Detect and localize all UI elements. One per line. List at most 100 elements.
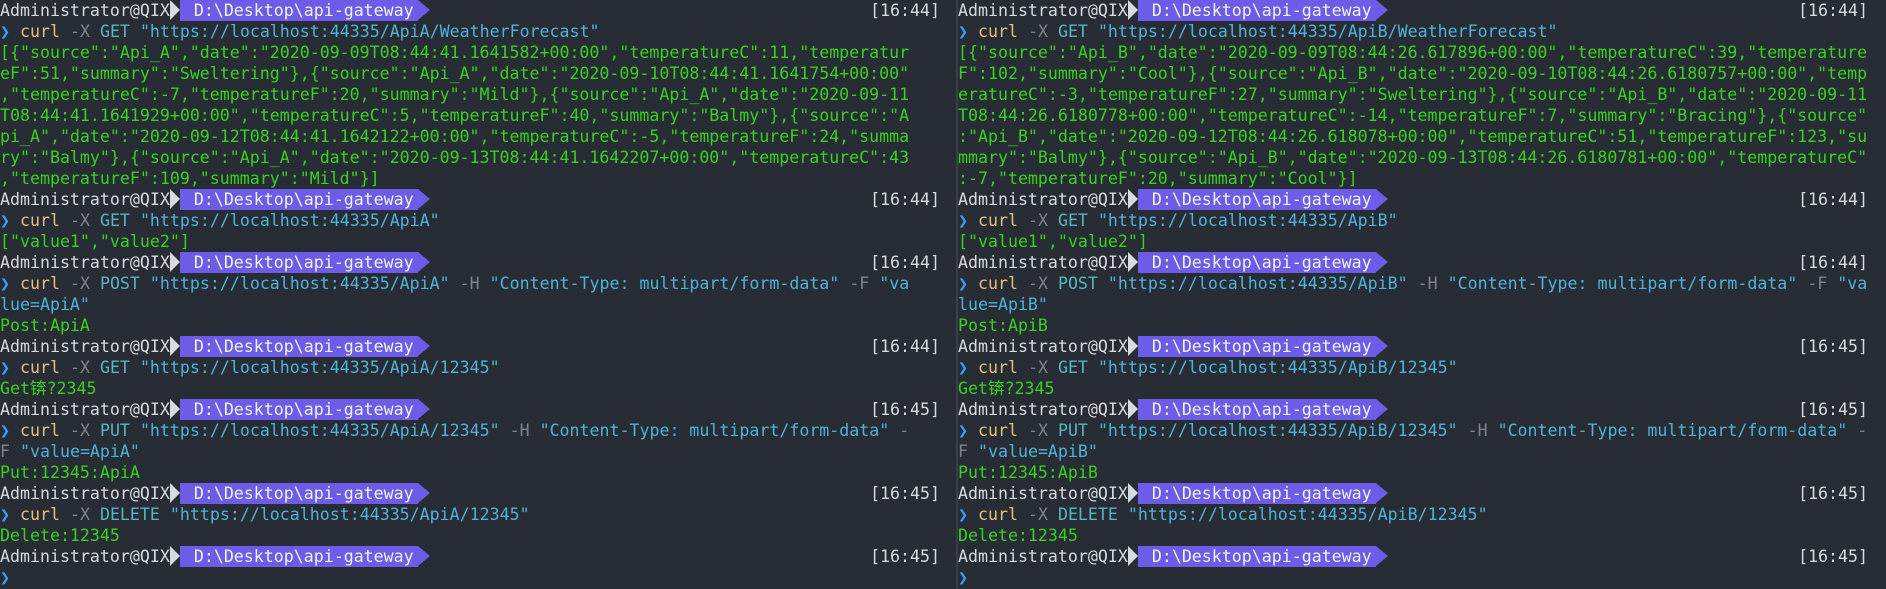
command-token: -: [1857, 421, 1868, 440]
user-host: Administrator@QIX: [958, 547, 1128, 566]
command-token: -X: [1027, 22, 1048, 41]
command-token: PUT: [1057, 421, 1088, 440]
command-continuation: F "value=ApiA": [0, 441, 956, 462]
command-token: GET: [99, 22, 130, 41]
command-token: "https://localhost:44335/ApiA/12345": [139, 421, 500, 440]
output-line: mmary":"Balmy"},{"source":"Api_B","date"…: [958, 148, 1868, 167]
user-host: Administrator@QIX: [0, 253, 170, 272]
command-line: ❯ curl -X GET "https://localhost:44335/A…: [0, 21, 956, 42]
prompt-arrow-icon: ❯: [958, 274, 968, 293]
command-token: -X: [69, 421, 90, 440]
command-token: -X: [1027, 505, 1048, 524]
prompt-arrow-icon: ❯: [958, 505, 968, 524]
command-token: curl: [20, 358, 60, 377]
prompt-line: Administrator@QIX D:\Desktop\api-gateway […: [0, 546, 956, 567]
output-line: Delete:12345: [958, 526, 1078, 545]
timestamp: [16:45]: [870, 484, 940, 503]
segment-separator: [1127, 0, 1138, 20]
current-directory: D:\Desktop\api-gateway: [1137, 483, 1376, 504]
user-host: Administrator@QIX: [958, 484, 1128, 503]
command-token: -H: [1467, 421, 1488, 440]
segment-separator: [169, 546, 180, 566]
command-token: -F: [1807, 274, 1828, 293]
command-token: curl: [978, 421, 1018, 440]
terminal-pane-left[interactable]: Administrator@QIX D:\Desktop\api-gateway […: [0, 0, 958, 589]
output-line: Post:ApiA: [0, 316, 90, 335]
command-token: -X: [69, 505, 90, 524]
command-line: ❯ curl -X GET "https://localhost:44335/A…: [958, 21, 1884, 42]
prompt-line: Administrator@QIX D:\Desktop\api-gateway […: [958, 0, 1884, 21]
command-token: -: [899, 421, 910, 440]
command-token: GET: [99, 358, 130, 377]
current-directory: D:\Desktop\api-gateway: [179, 189, 418, 210]
timestamp: [16:44]: [1798, 1, 1868, 20]
prompt-line: Administrator@QIX D:\Desktop\api-gateway […: [0, 0, 956, 21]
output-line: ,"temperatureF":109,"summary":"Mild"}]: [0, 169, 380, 188]
output-line: Delete:12345: [0, 526, 120, 545]
command-token: curl: [978, 211, 1018, 230]
timestamp: [16:45]: [1798, 400, 1868, 419]
prompt-arrow-icon: ❯: [0, 22, 10, 41]
output-line: :-7,"temperatureF":20,"summary":"Cool"}]: [958, 169, 1358, 188]
command-token: GET: [99, 211, 130, 230]
output-line: eF":51,"summary":"Sweltering"},{"source"…: [0, 64, 910, 83]
segment-end-arrow: [1375, 252, 1388, 272]
prompt-line: Administrator@QIX D:\Desktop\api-gateway […: [958, 189, 1884, 210]
segment-end-arrow: [1375, 399, 1388, 419]
command-line: ❯ curl -X PUT "https://localhost:44335/A…: [0, 420, 956, 441]
prompt-line: Administrator@QIX D:\Desktop\api-gateway […: [0, 189, 956, 210]
command-token: -H: [1417, 274, 1438, 293]
timestamp: [16:44]: [870, 190, 940, 209]
output-line: ["value1","value2"]: [0, 232, 190, 251]
command-token: "https://localhost:44335/ApiA/12345": [169, 505, 530, 524]
timestamp: [16:44]: [870, 337, 940, 356]
user-host: Administrator@QIX: [0, 400, 170, 419]
command-line: ❯ curl -X GET "https://localhost:44335/A…: [0, 357, 956, 378]
current-directory: D:\Desktop\api-gateway: [179, 0, 418, 21]
input-line[interactable]: ❯: [958, 567, 1884, 588]
command-token: "https://localhost:44335/ApiB": [1097, 211, 1398, 230]
prompt-arrow-icon: ❯: [0, 211, 10, 230]
prompt-arrow-icon: ❯: [0, 421, 10, 440]
segment-separator: [169, 483, 180, 503]
command-token: "Content-Type: multipart/form-data": [1497, 421, 1848, 440]
command-token: -H: [509, 421, 530, 440]
segment-end-arrow: [417, 336, 430, 356]
output-line: :"Api_B","date":"2020-09-12T08:44:26.618…: [958, 127, 1868, 146]
user-host: Administrator@QIX: [958, 253, 1128, 272]
command-token: curl: [978, 22, 1018, 41]
command-token: -F: [849, 274, 870, 293]
command-token: lue=ApiA": [0, 295, 90, 314]
prompt-arrow-icon: ❯: [0, 358, 10, 377]
command-token: "value=ApiA": [20, 442, 140, 461]
segment-separator: [1127, 546, 1138, 566]
terminal-pane-right[interactable]: Administrator@QIX D:\Desktop\api-gateway […: [958, 0, 1884, 589]
timestamp: [16:44]: [870, 253, 940, 272]
segment-end-arrow: [1375, 336, 1388, 356]
command-token: "va: [879, 274, 910, 293]
command-token: POST: [1057, 274, 1098, 293]
timestamp: [16:45]: [1798, 547, 1868, 566]
command-token: -X: [69, 22, 90, 41]
command-token: -X: [1027, 421, 1048, 440]
user-host: Administrator@QIX: [0, 337, 170, 356]
input-line[interactable]: ❯: [0, 567, 956, 588]
prompt-line: Administrator@QIX D:\Desktop\api-gateway […: [0, 252, 956, 273]
output-line: ry":"Balmy"},{"source":"Api_A","date":"2…: [0, 148, 910, 167]
timestamp: [16:45]: [1798, 484, 1868, 503]
command-line: ❯ curl -X PUT "https://localhost:44335/A…: [958, 420, 1884, 441]
segment-separator: [169, 399, 180, 419]
segment-end-arrow: [417, 399, 430, 419]
command-line: ❯ curl -X GET "https://localhost:44335/A…: [0, 210, 956, 231]
user-host: Administrator@QIX: [958, 190, 1128, 209]
prompt-arrow-icon: ❯: [958, 421, 968, 440]
segment-end-arrow: [1375, 546, 1388, 566]
user-host: Administrator@QIX: [958, 400, 1128, 419]
prompt-line: Administrator@QIX D:\Desktop\api-gateway […: [958, 336, 1884, 357]
command-continuation: F "value=ApiB": [958, 441, 1884, 462]
command-token: curl: [20, 274, 60, 293]
timestamp: [16:44]: [870, 1, 940, 20]
segment-separator: [1127, 399, 1138, 419]
command-token: "va: [1837, 274, 1868, 293]
current-directory: D:\Desktop\api-gateway: [179, 399, 418, 420]
